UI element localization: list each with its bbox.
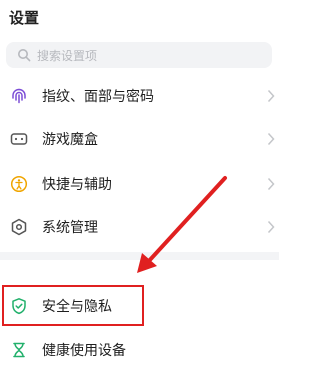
game-box-icon bbox=[10, 133, 28, 145]
settings-item-shortcuts-accessibility[interactable]: 快捷与辅助 bbox=[0, 164, 279, 204]
annotation-highlight-box bbox=[2, 285, 144, 326]
section-divider bbox=[0, 252, 279, 260]
settings-item-label: 游戏魔盒 bbox=[42, 132, 98, 148]
fingerprint-icon bbox=[12, 88, 26, 104]
settings-item-label: 快捷与辅助 bbox=[42, 177, 112, 193]
chevron-right-icon bbox=[267, 177, 275, 191]
chevron-right-icon bbox=[267, 132, 275, 146]
chevron-right-icon bbox=[267, 89, 275, 103]
system-management-icon bbox=[11, 218, 27, 236]
settings-item-label: 健康使用设备 bbox=[42, 343, 126, 359]
settings-item-game-box[interactable]: 游戏魔盒 bbox=[0, 119, 279, 159]
page-title: 设置 bbox=[9, 9, 40, 27]
settings-item-healthy-device-usage[interactable]: 健康使用设备 bbox=[0, 330, 279, 370]
hourglass-icon bbox=[13, 342, 25, 358]
settings-item-label: 指纹、面部与密码 bbox=[42, 89, 154, 105]
accessibility-icon bbox=[10, 175, 28, 193]
chevron-right-icon bbox=[267, 220, 275, 234]
search-bar[interactable]: 搜索设置项 bbox=[6, 42, 272, 68]
settings-item-system-management[interactable]: 系统管理 bbox=[0, 207, 279, 247]
settings-item-fingerprint[interactable]: 指纹、面部与密码 bbox=[0, 76, 279, 116]
search-placeholder: 搜索设置项 bbox=[37, 48, 98, 63]
search-icon bbox=[18, 49, 31, 62]
settings-item-label: 系统管理 bbox=[42, 220, 98, 236]
